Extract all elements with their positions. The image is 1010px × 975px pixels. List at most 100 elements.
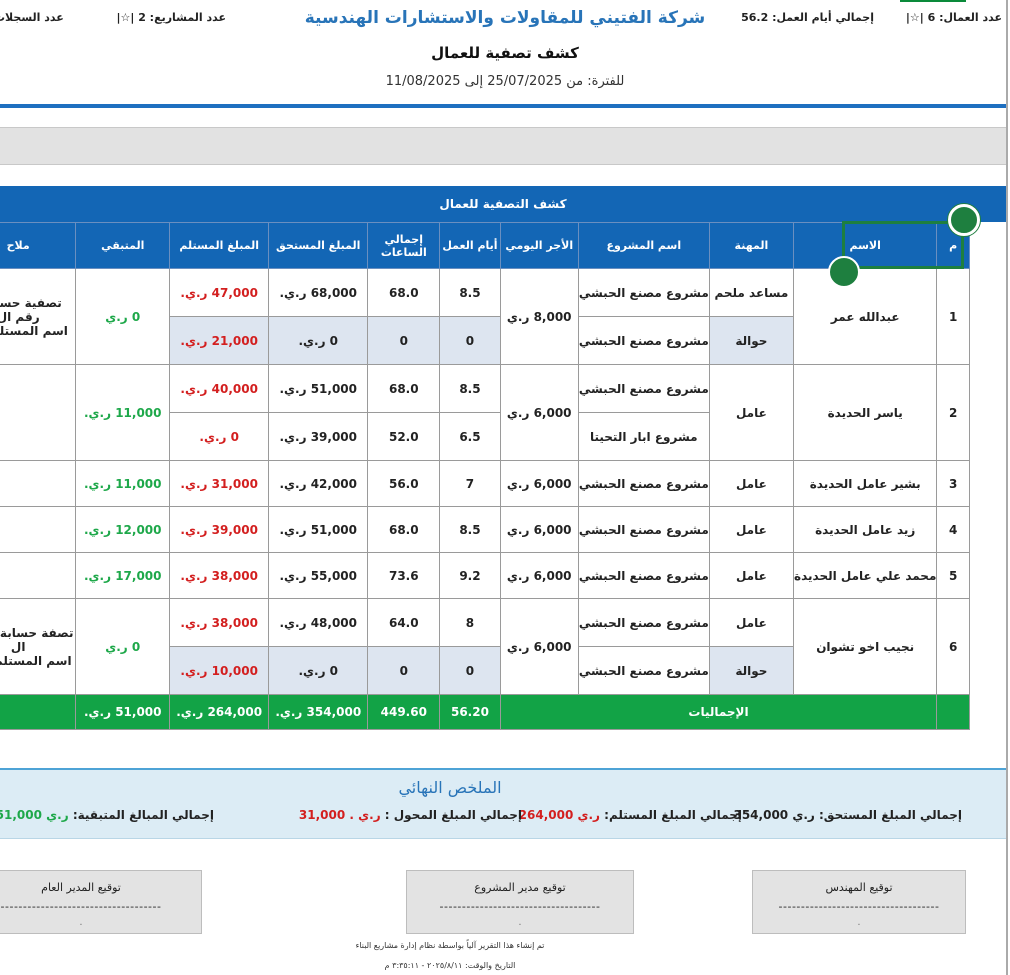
page-right-border	[1006, 0, 1008, 975]
amount-remaining: 11,000 ر.ي.	[75, 364, 171, 461]
column-header: المبلغ المستلم	[169, 222, 270, 269]
signature-project-manager: توقيع مدير المشروع ---------------------…	[406, 870, 634, 934]
stats-bar	[0, 127, 1006, 165]
amount-paid: 0 ر.ي.	[169, 412, 270, 461]
resize-handle-top[interactable]	[948, 204, 980, 236]
footer-note: تم إنشاء هذا التقرير آلياً بواسطة نظام إ…	[355, 941, 545, 950]
work-days: 7	[439, 460, 501, 507]
amount-paid: 31,000 ر.ي.	[169, 460, 270, 507]
project-name: مشروع ابار التحيتا	[577, 412, 710, 461]
total-hours: 68.0	[367, 268, 441, 317]
row-number: 1	[936, 268, 970, 365]
daily-wage: 6,000 ر.ي	[499, 364, 579, 461]
total-hours: 0	[367, 316, 441, 365]
total-hours: 73.6	[367, 552, 441, 599]
amount-due: 0 ر.ي.	[268, 316, 369, 365]
notes	[0, 460, 77, 507]
amount-due: 39,000 ر.ي.	[268, 412, 369, 461]
totals-remaining: 51,000 ر.ي.	[75, 694, 171, 730]
total-hours: 68.0	[367, 364, 441, 413]
total-hours: 56.0	[367, 460, 441, 507]
project-name: مشروع مصنع الحبشي	[577, 316, 710, 365]
column-header: ملاح	[0, 222, 77, 269]
work-days: 8.5	[439, 506, 501, 553]
total-hours: 0	[367, 646, 441, 695]
table-row: 4 زيد عامل الحديدة عامل مشروع مصنع الحبشي 6,…	[0, 506, 970, 553]
work-days: 0	[439, 646, 501, 695]
amount-due: 51,000 ر.ي.	[268, 364, 369, 413]
amount-paid: 40,000 ر.ي.	[169, 364, 270, 413]
daily-wage: 8,000 ر.ي	[499, 268, 579, 365]
table-row: 2 ياسر الحديدة عامل مشروع مصنع الحبشي 6,000 …	[0, 364, 970, 461]
column-header: أيام العمل	[439, 222, 501, 269]
table-row: 1 عبدالله عمر مساعد ملحم مشروع مصنع الحبشي 8…	[0, 268, 970, 365]
stat-workers: عدد العمال: 6 |☆|	[905, 11, 1002, 24]
settlement-table: م الاسم المهنة اسم المشروع الأجر اليومي أيام …	[0, 222, 970, 730]
total-hours: 68.0	[367, 506, 441, 553]
signature-general-manager: توقيع المدير العام ---------------------…	[0, 870, 202, 934]
work-days: 8.5	[439, 268, 501, 317]
job-title: عامل	[708, 364, 795, 461]
total-hours: 64.0	[367, 598, 441, 647]
row-number: 3	[936, 460, 970, 507]
job-title: حوالة	[708, 316, 795, 365]
amount-remaining: 17,000 ر.ي.	[75, 552, 171, 599]
work-days: 8.5	[439, 364, 501, 413]
summary-due: إجمالي المبلغ المستحق: ر.ي 354,000	[733, 808, 962, 822]
daily-wage: 6,000 ر.ي	[499, 506, 579, 553]
worker-name: بشير عامل الحديدة	[792, 460, 938, 507]
notes	[0, 506, 77, 553]
column-header: الأجر اليومي	[499, 222, 579, 269]
amount-paid: 21,000 ر.ي.	[169, 316, 270, 365]
job-title: حوالة	[708, 646, 795, 695]
table-title: كشف التصفية للعمال	[0, 186, 1006, 222]
amount-remaining: 0 ر.ي	[75, 598, 171, 695]
job-title: عامل	[708, 598, 795, 647]
table-row: 5 محمد علي عامل الحديدة عامل مشروع مصنع الح…	[0, 552, 970, 599]
daily-wage: 6,000 ر.ي	[499, 460, 579, 507]
amount-remaining: 0 ر.ي	[75, 268, 171, 365]
work-days: 0	[439, 316, 501, 365]
project-name: مشروع مصنع الحبشي	[577, 552, 710, 599]
worker-name: عبدالله عمر	[792, 268, 938, 365]
worker-name: محمد علي عامل الحديدة	[792, 552, 938, 599]
summary-remaining: إجمالي المبالغ المتبقية: ر.ي 51,000	[0, 808, 214, 822]
totals-blank	[936, 694, 970, 730]
job-title: عامل	[708, 460, 795, 507]
worker-name: ياسر الحديدة	[792, 364, 938, 461]
totals-due: 354,000 ر.ي.	[268, 694, 369, 730]
amount-due: 51,000 ر.ي.	[268, 506, 369, 553]
work-days: 9.2	[439, 552, 501, 599]
amount-due: 48,000 ر.ي.	[268, 598, 369, 647]
notes: تصفية حسابة ، رقم ال اسم المستلم : م	[0, 268, 77, 365]
resize-handle-bottom[interactable]	[828, 256, 860, 288]
job-title: مساعد ملحم	[708, 268, 795, 317]
table-row: 6 نجيب اخو تشوان عامل مشروع مصنع الحبشي 6,00…	[0, 598, 970, 695]
amount-due: 42,000 ر.ي.	[268, 460, 369, 507]
name-header-highlight	[842, 221, 964, 269]
project-name: مشروع مصنع الحبشي	[577, 364, 710, 413]
worker-name: نجيب اخو تشوان	[792, 598, 938, 695]
top-green-line	[900, 0, 966, 2]
row-number: 2	[936, 364, 970, 461]
amount-paid: 38,000 ر.ي.	[169, 552, 270, 599]
header-divider	[0, 104, 1006, 108]
summary-paid: إجمالي المبلغ المستلم: ر.ي 264,000	[518, 808, 742, 822]
project-name: مشروع مصنع الحبشي	[577, 598, 710, 647]
daily-wage: 6,000 ر.ي	[499, 552, 579, 599]
notes	[0, 552, 77, 599]
amount-remaining: 11,000 ر.ي.	[75, 460, 171, 507]
project-name: مشروع مصنع الحبشي	[577, 460, 710, 507]
amount-due: 68,000 ر.ي.	[268, 268, 369, 317]
row-number: 5	[936, 552, 970, 599]
table-row: 3 بشير عامل الحديدة عامل مشروع مصنع الحبشي 6…	[0, 460, 970, 507]
amount-due: 0 ر.ي.	[268, 646, 369, 695]
stat-records: عدد السجلات	[0, 11, 64, 24]
job-title: عامل	[708, 506, 795, 553]
totals-label: الإجماليات	[499, 694, 938, 730]
project-name: مشروع مصنع الحبشي	[577, 268, 710, 317]
notes	[0, 364, 77, 461]
amount-paid: 39,000 ر.ي.	[169, 506, 270, 553]
summary-title: الملخص النهائي	[398, 778, 502, 797]
job-title: عامل	[708, 552, 795, 599]
